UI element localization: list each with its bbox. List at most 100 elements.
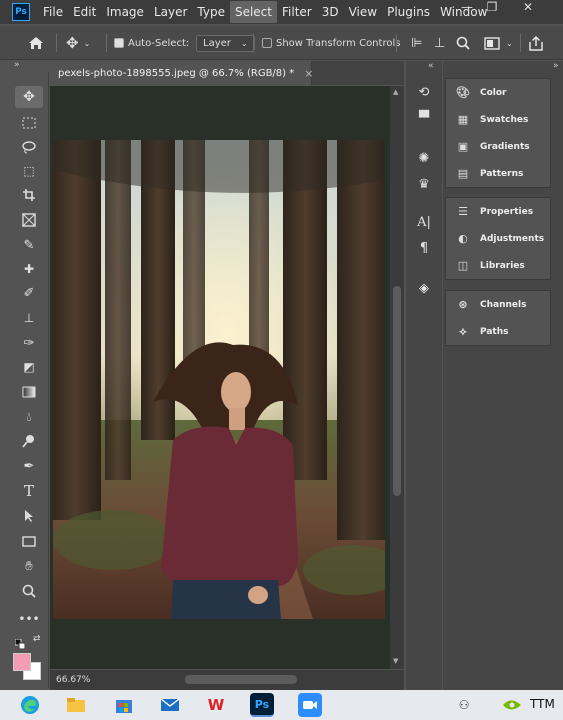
paths-icon: ⟡ xyxy=(459,324,467,338)
layers-icon: ◈ xyxy=(419,280,429,296)
crop-tool[interactable] xyxy=(15,184,43,206)
layer-select-dropdown[interactable]: Layer ⌄ xyxy=(196,34,255,52)
clone-stamp-tool[interactable]: ⊥ xyxy=(15,307,43,329)
hand-icon: ✋︎ xyxy=(25,558,33,574)
layers-panel-button[interactable]: ◈ xyxy=(412,277,436,299)
rectangle-tool[interactable] xyxy=(15,530,43,552)
minimize-button[interactable]: — xyxy=(455,0,479,18)
share-button[interactable] xyxy=(528,26,544,60)
pen-icon: ✒ xyxy=(23,458,35,474)
history-brush-tool[interactable]: ✑ xyxy=(15,332,43,354)
workspace-button[interactable]: ⌄ xyxy=(484,26,513,60)
dodge-tool[interactable] xyxy=(15,430,43,452)
panel-item-paths[interactable]: ⟡ Paths xyxy=(446,318,550,345)
brush-tool[interactable]: ✐ xyxy=(15,282,43,304)
panel-item-adjustments[interactable]: ◐ Adjustments xyxy=(446,225,550,252)
home-icon xyxy=(29,37,43,49)
menu-file[interactable]: File xyxy=(38,1,68,23)
scroll-up-icon[interactable]: ▲ xyxy=(393,88,398,96)
menu-select[interactable]: Select xyxy=(229,1,277,23)
zoom-icon xyxy=(22,584,36,598)
swap-colors-icon[interactable]: ⇄ xyxy=(33,634,41,644)
comments-panel-button[interactable]: ▀ xyxy=(412,107,436,129)
move-tool-preset-picker[interactable]: ✥ ⌄ xyxy=(66,26,90,60)
move-tool[interactable]: ✥ xyxy=(15,86,43,108)
photoshop-taskbar-button[interactable]: Ps xyxy=(250,693,274,717)
gradients-icon: ▣ xyxy=(457,140,469,153)
edit-toolbar-button[interactable]: ••• xyxy=(15,608,43,630)
object-selection-tool[interactable]: ⬚ xyxy=(15,160,43,182)
vertical-scrollbar[interactable]: ▲ ▼ xyxy=(390,86,404,669)
menu-plugins[interactable]: Plugins xyxy=(382,1,435,23)
panel-item-swatches[interactable]: ▦ Swatches xyxy=(446,106,550,133)
lasso-tool[interactable] xyxy=(15,136,43,158)
foreground-color-swatch[interactable] xyxy=(13,653,31,671)
zoom-tool[interactable] xyxy=(15,580,43,602)
frame-tool[interactable] xyxy=(15,209,43,231)
menu-edit[interactable]: Edit xyxy=(68,1,101,23)
panel-item-channels[interactable]: ⊛ Channels xyxy=(446,291,550,318)
close-window-button[interactable]: ✕ xyxy=(513,0,543,18)
people-tray-button[interactable]: ⚇ xyxy=(452,693,476,717)
menu-layer[interactable]: Layer xyxy=(149,1,192,23)
menu-view[interactable]: View xyxy=(344,1,382,23)
default-colors-button[interactable] xyxy=(14,634,26,650)
scroll-down-icon[interactable]: ▼ xyxy=(393,657,398,665)
document-tab[interactable]: pexels-photo-1898555.jpeg @ 66.7% (RGB/8… xyxy=(50,61,313,85)
search-button[interactable] xyxy=(456,26,470,60)
vertical-scroll-thumb[interactable] xyxy=(393,286,401,496)
auto-select-checkbox[interactable]: Auto-Select: xyxy=(114,26,189,60)
edge-taskbar-button[interactable] xyxy=(18,693,42,717)
align-left-button[interactable]: ⊫ xyxy=(411,26,422,60)
arrow-icon xyxy=(25,510,33,522)
brush-settings-button[interactable]: ✺ xyxy=(412,147,436,169)
history-panel-button[interactable]: ⟲ xyxy=(412,81,436,103)
home-button[interactable] xyxy=(28,26,44,60)
history-brush-icon: ✑ xyxy=(23,335,35,351)
panel-item-properties[interactable]: ☰ Properties xyxy=(446,198,550,225)
eraser-tool[interactable]: ◩ xyxy=(15,356,43,378)
rectangle-icon xyxy=(22,535,36,547)
show-transform-checkbox[interactable]: Show Transform Controls xyxy=(262,26,400,60)
people-icon: ⚇ xyxy=(458,698,470,712)
hand-tool[interactable]: ✋︎ xyxy=(15,555,43,577)
nvidia-tray-button[interactable] xyxy=(500,693,524,717)
menu-image[interactable]: Image xyxy=(101,1,149,23)
panel-item-gradients[interactable]: ▣ Gradients xyxy=(446,133,550,160)
menu-type[interactable]: Type xyxy=(192,1,230,23)
zoom-app-taskbar-button[interactable] xyxy=(298,693,322,717)
store-taskbar-button[interactable] xyxy=(112,693,136,717)
marquee-tool[interactable] xyxy=(15,112,43,134)
tools-panel: » ✥ ⬚ ✎ ✚ ✐ ⊥ ✑ ◩ 💧︎ ✒ T ✋︎ ••• ⇄ xyxy=(9,60,49,688)
healing-brush-tool[interactable]: ✚ xyxy=(15,258,43,280)
toolbar-collapse-icon[interactable]: » xyxy=(14,60,20,70)
close-tab-icon[interactable]: × xyxy=(304,67,313,80)
paragraph-panel-button[interactable]: ¶ xyxy=(412,237,436,259)
file-explorer-taskbar-button[interactable] xyxy=(64,693,88,717)
menu-filter[interactable]: Filter xyxy=(277,1,317,23)
wps-office-taskbar-button[interactable]: W xyxy=(204,693,228,717)
mail-taskbar-button[interactable] xyxy=(158,693,182,717)
store-icon xyxy=(116,700,132,713)
type-tool[interactable]: T xyxy=(15,480,43,502)
blur-tool[interactable]: 💧︎ xyxy=(15,406,43,428)
document-image[interactable] xyxy=(53,140,385,619)
restore-button[interactable]: ❐ xyxy=(480,0,504,18)
pen-tool[interactable]: ✒ xyxy=(15,455,43,477)
align-center-button[interactable]: ⊥ xyxy=(434,26,445,60)
panel-item-patterns[interactable]: ▤ Patterns xyxy=(446,160,550,187)
zoom-level[interactable]: 66.67% xyxy=(56,675,90,685)
path-selection-tool[interactable] xyxy=(15,505,43,527)
auto-select-label: Auto-Select: xyxy=(128,37,190,49)
more-icon: ••• xyxy=(18,612,40,626)
panel-item-color[interactable]: 🎨︎ Color xyxy=(446,79,550,106)
character-panel-button[interactable]: A| xyxy=(412,211,436,233)
menu-3d[interactable]: 3D xyxy=(317,1,344,23)
brushes-panel-button[interactable]: ♛ xyxy=(412,173,436,195)
collapse-strip-icon[interactable]: « xyxy=(428,61,434,71)
collapse-panels-icon[interactable]: » xyxy=(553,61,559,71)
panel-item-libraries[interactable]: ◫ Libraries xyxy=(446,252,550,279)
gradient-tool[interactable] xyxy=(15,381,43,403)
eyedropper-tool[interactable]: ✎ xyxy=(15,234,43,256)
horizontal-scroll-thumb[interactable] xyxy=(185,675,297,684)
